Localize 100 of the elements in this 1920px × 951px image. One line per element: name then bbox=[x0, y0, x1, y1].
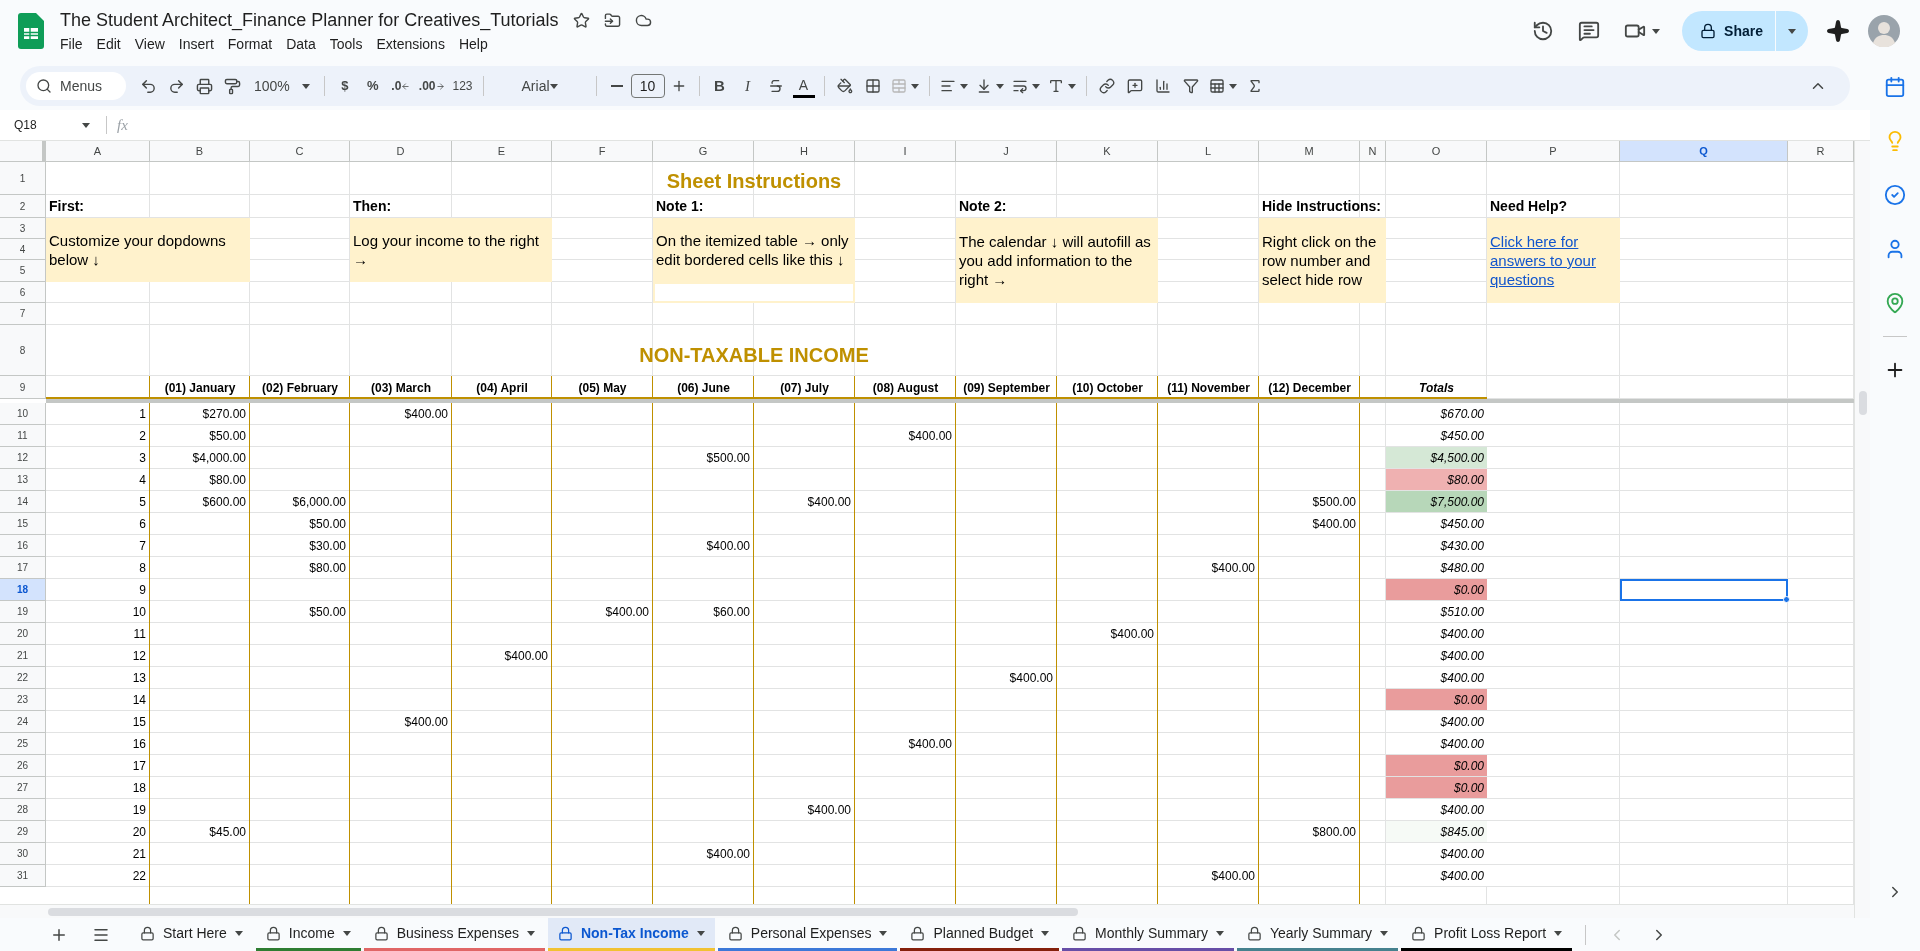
row-header[interactable]: 3 bbox=[0, 218, 46, 239]
row-header[interactable]: 14 bbox=[0, 491, 46, 513]
increase-decimals-button[interactable]: .00 bbox=[414, 72, 449, 100]
row-header[interactable]: 13 bbox=[0, 469, 46, 491]
row-header[interactable]: 11 bbox=[0, 425, 46, 447]
row-header[interactable]: 24 bbox=[0, 711, 46, 733]
row-header[interactable]: 30 bbox=[0, 843, 46, 865]
row-header[interactable]: 1 bbox=[0, 162, 46, 195]
fill-handle[interactable] bbox=[1783, 596, 1790, 603]
sheet-tab[interactable]: Yearly Summary bbox=[1236, 918, 1399, 951]
row-header[interactable]: 7 bbox=[0, 303, 46, 325]
caret-icon bbox=[910, 83, 919, 89]
sheet-tab[interactable]: Business Expenses bbox=[363, 918, 545, 951]
sheet-tab[interactable]: Personal Expenses bbox=[717, 918, 898, 951]
row-header[interactable]: 12 bbox=[0, 447, 46, 469]
lock-icon bbox=[1072, 925, 1088, 941]
row-header[interactable]: 23 bbox=[0, 689, 46, 711]
column-header[interactable]: Q bbox=[1620, 141, 1788, 162]
row-header[interactable]: 18 bbox=[0, 579, 46, 601]
move-folder-icon[interactable] bbox=[603, 12, 621, 29]
horizontal-scrollbar[interactable] bbox=[48, 907, 1078, 916]
sheet-tab[interactable]: Planned Budget bbox=[900, 918, 1060, 951]
map-pin-icon[interactable] bbox=[1884, 292, 1906, 314]
sheet-tab[interactable]: Start Here bbox=[130, 918, 253, 951]
menu-item[interactable]: Extensions bbox=[370, 34, 451, 55]
menu-item[interactable]: Format bbox=[221, 34, 279, 55]
currency-button[interactable]: $ bbox=[330, 72, 359, 100]
row-header[interactable]: 17 bbox=[0, 557, 46, 579]
menus-search-field[interactable]: Menus bbox=[26, 72, 126, 100]
row-header[interactable]: 26 bbox=[0, 755, 46, 777]
undo-icon bbox=[139, 77, 157, 95]
vertical-scrollbar[interactable] bbox=[1858, 391, 1867, 415]
row-header[interactable]: 19 bbox=[0, 601, 46, 623]
sheet-tab[interactable]: Monthly Summary bbox=[1062, 918, 1234, 951]
menu-item[interactable]: Tools bbox=[323, 34, 369, 55]
caret-icon bbox=[959, 83, 968, 89]
chart-icon bbox=[1154, 78, 1171, 94]
star-icon[interactable] bbox=[572, 12, 590, 29]
sparkle-icon[interactable] bbox=[1826, 19, 1850, 43]
row-header[interactable]: 5 bbox=[0, 260, 46, 282]
row-header[interactable]: 16 bbox=[0, 535, 46, 557]
row-header[interactable]: 29 bbox=[0, 821, 46, 843]
strikethrough-icon bbox=[767, 78, 784, 94]
name-box[interactable]: Q18 bbox=[0, 116, 96, 134]
tasks-icon[interactable] bbox=[1884, 184, 1906, 206]
row-number: 11 bbox=[132, 626, 147, 643]
link-icon bbox=[1098, 78, 1115, 94]
lock-icon bbox=[1411, 925, 1427, 941]
italic-button[interactable]: I bbox=[733, 72, 762, 100]
sheet-tab[interactable]: Income bbox=[255, 918, 361, 951]
lock-icon bbox=[557, 925, 573, 941]
menu-item[interactable]: Help bbox=[452, 34, 494, 55]
sheet-title: Sheet Instructions bbox=[666, 169, 842, 194]
menu-item[interactable]: File bbox=[54, 34, 89, 55]
zoom-select[interactable]: 100% bbox=[246, 72, 318, 100]
help-link[interactable]: Click here for answers to your questions bbox=[1490, 232, 1617, 289]
percent-button[interactable]: % bbox=[358, 72, 387, 100]
row-header[interactable]: 20 bbox=[0, 623, 46, 645]
row-number: 21 bbox=[131, 846, 147, 863]
sheet-tab[interactable]: Profit Loss Report bbox=[1401, 918, 1573, 951]
row-header[interactable]: 25 bbox=[0, 733, 46, 755]
menu-item[interactable]: View bbox=[128, 34, 171, 55]
bold-button[interactable]: B bbox=[705, 72, 734, 100]
lock-icon bbox=[265, 925, 281, 941]
total-cell: $845.00 bbox=[1386, 821, 1487, 842]
row-header[interactable]: 6 bbox=[0, 282, 46, 303]
row-header[interactable]: 4 bbox=[0, 239, 46, 260]
history-icon[interactable] bbox=[1532, 20, 1555, 42]
comment-icon[interactable] bbox=[1578, 20, 1601, 42]
sheet-tab[interactable]: Non-Tax Income bbox=[547, 918, 715, 951]
amount-cell-text: $400.00 bbox=[1210, 868, 1256, 885]
number-format-button[interactable]: 123 bbox=[448, 72, 477, 100]
document-title[interactable]: The Student Architect_Finance Planner for Creatives_Tutorials bbox=[60, 7, 559, 34]
amount-cell-text: $80.00 bbox=[208, 472, 247, 489]
font-size-field[interactable]: 10 bbox=[630, 74, 665, 98]
menu-item[interactable]: Edit bbox=[90, 34, 127, 55]
row-header[interactable]: 9 bbox=[0, 376, 46, 399]
sheets-logo[interactable] bbox=[18, 13, 44, 49]
menu-item[interactable]: Insert bbox=[172, 34, 220, 55]
row-number: 17 bbox=[131, 758, 147, 775]
row-header[interactable]: 31 bbox=[0, 865, 46, 887]
row-header[interactable]: 22 bbox=[0, 667, 46, 689]
row-header[interactable]: 10 bbox=[0, 403, 46, 425]
row-header[interactable]: 21 bbox=[0, 645, 46, 667]
row-header[interactable]: 28 bbox=[0, 799, 46, 821]
row-header[interactable]: 27 bbox=[0, 777, 46, 799]
font-select[interactable]: Arial bbox=[489, 72, 590, 100]
row-number: 18 bbox=[131, 780, 147, 797]
selected-cell[interactable] bbox=[1620, 579, 1788, 601]
row-header[interactable]: 15 bbox=[0, 513, 46, 535]
row-header[interactable]: 2 bbox=[0, 195, 46, 218]
month-header: (07) July bbox=[779, 379, 830, 397]
calendar-icon[interactable] bbox=[1884, 76, 1906, 98]
text-color-button[interactable]: A bbox=[792, 74, 815, 98]
caret-icon bbox=[1228, 83, 1237, 89]
row-header[interactable]: 8 bbox=[0, 325, 46, 376]
share-button[interactable]: Share bbox=[1682, 11, 1808, 51]
decrease-decimals-button[interactable]: .0 bbox=[386, 72, 415, 100]
cloud-icon[interactable] bbox=[634, 12, 652, 29]
menu-item[interactable]: Data bbox=[280, 34, 322, 55]
